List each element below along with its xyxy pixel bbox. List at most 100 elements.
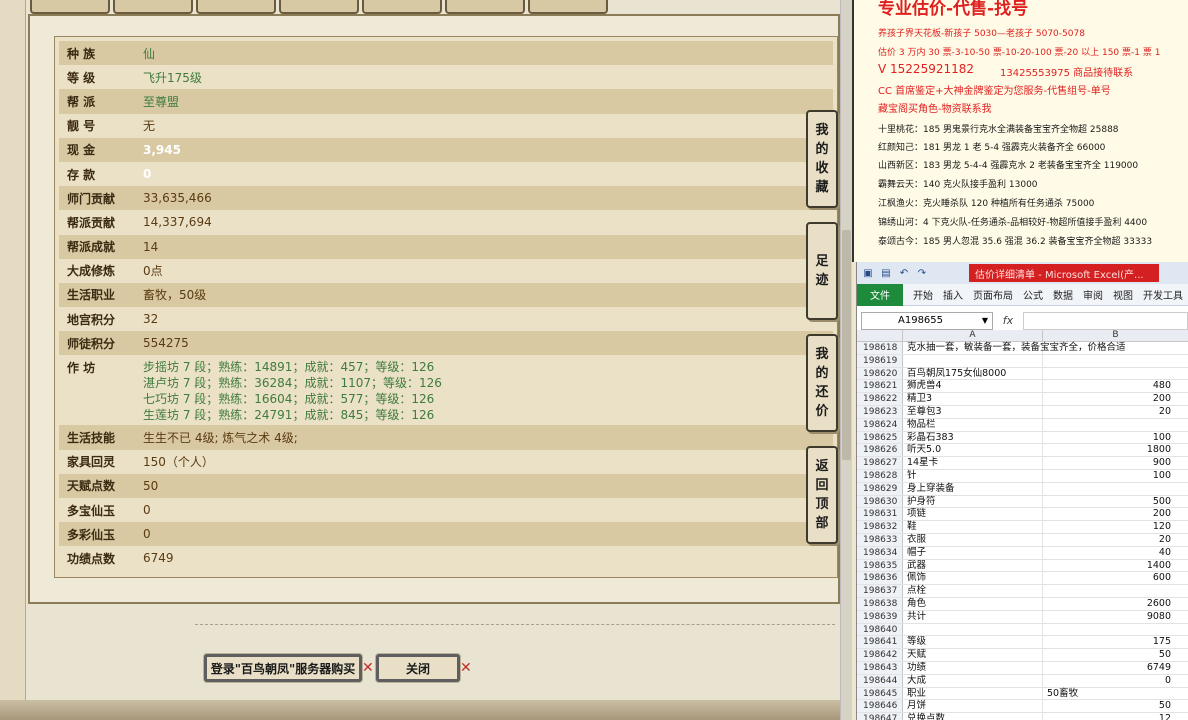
cell-b[interactable]: 500 <box>1043 496 1175 508</box>
row-number[interactable]: 198621 <box>857 380 903 393</box>
cell-a[interactable]: 克水抽一套，敏装备一套，装备宝宝齐全，价格合适 <box>903 342 1126 354</box>
cell-b[interactable] <box>1043 368 1175 380</box>
cell-b[interactable]: 0 <box>1043 675 1175 687</box>
cell-a[interactable]: 功绩 <box>903 661 1043 674</box>
chevron-down-icon[interactable]: ▼ <box>982 316 988 325</box>
row-number[interactable]: 198642 <box>857 649 903 661</box>
cell-b[interactable]: 20 <box>1043 406 1175 418</box>
cell-a[interactable]: 彩晶石383 <box>903 431 1043 444</box>
tab[interactable] <box>113 0 193 14</box>
tab-home[interactable]: 开始 <box>913 287 933 302</box>
row-number[interactable]: 198633 <box>857 533 903 546</box>
close-button[interactable]: 关闭 <box>376 654 460 682</box>
cell-a[interactable]: 14星卡 <box>903 457 1043 469</box>
cell-a[interactable]: 武器 <box>903 559 1043 572</box>
cell-a[interactable]: 职业 <box>903 687 1043 700</box>
row-number[interactable]: 198645 <box>857 687 903 700</box>
row-number[interactable]: 198625 <box>857 431 903 444</box>
row-number[interactable]: 198629 <box>857 482 903 495</box>
row-number[interactable]: 198627 <box>857 457 903 469</box>
cell-a[interactable]: 项链 <box>903 508 1043 521</box>
name-box[interactable]: A198655 ▼ <box>861 311 993 330</box>
cell-b[interactable]: 100 <box>1043 432 1175 444</box>
cell-b[interactable]: 6749 <box>1043 662 1175 674</box>
tab-review[interactable]: 审阅 <box>1083 287 1103 302</box>
row-number[interactable]: 198619 <box>857 354 903 367</box>
cell-b[interactable]: 900 <box>1043 457 1175 469</box>
row-number[interactable]: 198620 <box>857 367 903 380</box>
cell-b[interactable] <box>1043 624 1175 636</box>
cell-b[interactable]: 600 <box>1043 572 1175 584</box>
row-number[interactable]: 198622 <box>857 393 903 405</box>
formula-input[interactable] <box>1023 311 1188 330</box>
cell-a[interactable]: 物品栏 <box>903 418 1043 431</box>
row-number[interactable]: 198632 <box>857 521 903 533</box>
cell-a[interactable]: 兑换点数 <box>903 713 1043 720</box>
cell-a[interactable]: 点栓 <box>903 585 1043 597</box>
row-number[interactable]: 198643 <box>857 661 903 674</box>
undo-icon[interactable]: ↶ <box>897 266 911 280</box>
cell-b[interactable]: 1800 <box>1043 444 1175 456</box>
cell-b[interactable]: 1400 <box>1043 560 1175 572</box>
tab[interactable] <box>30 0 110 14</box>
cell-b[interactable]: 200 <box>1043 508 1175 520</box>
cell-b[interactable]: 50 <box>1043 649 1175 661</box>
cell-b[interactable]: 175 <box>1043 636 1175 648</box>
cell-b[interactable]: 12 <box>1043 713 1175 720</box>
cell-a[interactable]: 等级 <box>903 636 1043 649</box>
row-number[interactable]: 198623 <box>857 405 903 418</box>
my-favorites-button[interactable]: 我的收藏 <box>806 110 838 208</box>
cell-a[interactable]: 月饼 <box>903 700 1043 713</box>
row-number[interactable]: 198626 <box>857 444 903 457</box>
tab[interactable] <box>279 0 359 14</box>
vertical-scrollbar[interactable] <box>840 0 852 720</box>
cell-b[interactable] <box>1043 419 1175 431</box>
row-number[interactable]: 198638 <box>857 597 903 610</box>
cell-b[interactable]: 200 <box>1043 393 1175 405</box>
cell-b[interactable] <box>1043 355 1175 367</box>
cell-b[interactable] <box>1043 342 1175 354</box>
tab-data[interactable]: 数据 <box>1053 287 1073 302</box>
column-header-b[interactable]: B <box>1043 330 1188 341</box>
cell-a[interactable]: 角色 <box>903 597 1043 610</box>
save-icon[interactable]: ▤ <box>879 266 893 280</box>
file-tab[interactable]: 文件 <box>857 283 903 306</box>
tab[interactable] <box>362 0 442 14</box>
tab[interactable] <box>528 0 608 14</box>
tab-insert[interactable]: 插入 <box>943 287 963 302</box>
cell-a[interactable]: 帽子 <box>903 546 1043 559</box>
cell-b[interactable]: 120 <box>1043 521 1175 533</box>
cell-a[interactable] <box>903 623 1043 636</box>
corner-cell[interactable] <box>857 330 903 341</box>
cell-a[interactable]: 天赋 <box>903 649 1043 661</box>
cell-a[interactable]: 至尊包3 <box>903 405 1043 418</box>
row-number[interactable]: 198637 <box>857 585 903 597</box>
cell-a[interactable]: 针 <box>903 469 1043 482</box>
login-server-buy-button[interactable]: 登录"百鸟朝凤"服务器购买 <box>204 654 362 682</box>
row-number[interactable]: 198635 <box>857 559 903 572</box>
cell-a[interactable]: 大成 <box>903 674 1043 687</box>
cell-a[interactable]: 百鸟朝凤175女仙8000 <box>903 367 1043 380</box>
row-number[interactable]: 198644 <box>857 674 903 687</box>
row-number[interactable]: 198636 <box>857 572 903 585</box>
fx-icon[interactable]: fx <box>993 314 1023 327</box>
my-offers-button[interactable]: 我的还价 <box>806 334 838 432</box>
cell-b[interactable]: 50畜牧 <box>1043 688 1175 700</box>
cell-a[interactable]: 身上穿装备 <box>903 482 1043 495</box>
cell-a[interactable]: 佩饰 <box>903 572 1043 585</box>
cell-a[interactable]: 衣服 <box>903 533 1043 546</box>
tab-page-layout[interactable]: 页面布局 <box>973 287 1013 302</box>
row-number[interactable]: 198628 <box>857 469 903 482</box>
cell-a[interactable]: 共计 <box>903 610 1043 623</box>
row-number[interactable]: 198630 <box>857 495 903 508</box>
cell-b[interactable]: 480 <box>1043 380 1175 392</box>
row-number[interactable]: 198640 <box>857 623 903 636</box>
tab[interactable] <box>196 0 276 14</box>
cell-b[interactable]: 50 <box>1043 700 1175 712</box>
cell-a[interactable]: 听天5.0 <box>903 444 1043 457</box>
cell-b[interactable]: 20 <box>1043 534 1175 546</box>
tab-developer[interactable]: 开发工具 <box>1143 287 1183 302</box>
tab-formulas[interactable]: 公式 <box>1023 287 1043 302</box>
tab[interactable] <box>445 0 525 14</box>
row-number[interactable]: 198647 <box>857 713 903 720</box>
